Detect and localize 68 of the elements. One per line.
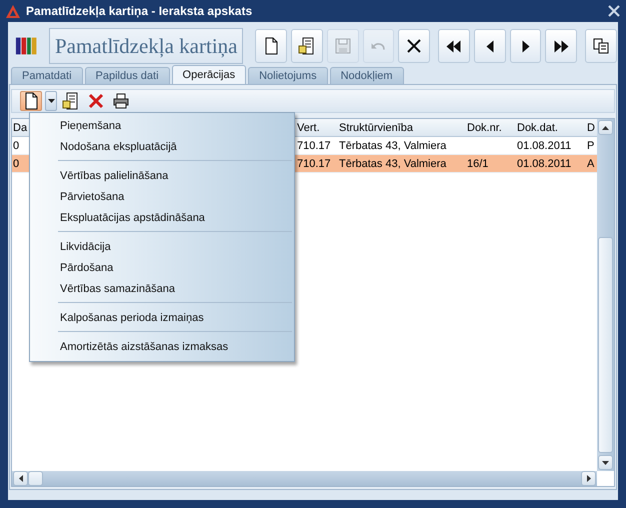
dropdown-button[interactable] [45, 91, 57, 111]
menu-item[interactable]: Ekspluatācijas apstādināšana [30, 207, 294, 228]
vertical-scrollbar[interactable] [597, 119, 614, 471]
delete-button[interactable] [398, 29, 430, 63]
next-record-icon [522, 40, 530, 52]
first-button[interactable] [438, 29, 470, 63]
new-button[interactable] [20, 91, 42, 111]
column-header: Dok.dat. [517, 122, 558, 134]
table-cell: Tērbatas 43, Valmiera [339, 140, 446, 152]
column-header: Vert. [297, 122, 320, 134]
table-cell: 01.08.2011 [517, 158, 572, 170]
menu-item[interactable]: Kalpošanas perioda izmaiņas [30, 307, 294, 328]
right-arrow-icon [586, 475, 590, 482]
column-header: Dok.nr. [467, 122, 502, 134]
last-record-icon [554, 40, 569, 52]
column-header: D [587, 122, 595, 134]
tab[interactable]: Nodokļiem [330, 67, 404, 84]
table-cell: 0 [13, 140, 20, 152]
table-cell: A [587, 158, 594, 170]
table-cell: 710.17 [297, 140, 331, 152]
previous-button[interactable] [474, 29, 506, 63]
table-cell: 710.17 [297, 158, 331, 170]
tab[interactable]: Pamatdati [11, 67, 83, 84]
tab[interactable]: Operācijas [172, 65, 246, 84]
table-cell: P [587, 140, 594, 152]
tab[interactable]: Papildus dati [84, 67, 170, 84]
menu-item[interactable]: Amortizētās aizstāšanas izmaksas [30, 336, 294, 357]
close-icon[interactable] [608, 5, 620, 17]
save-icon [332, 36, 353, 56]
caret-icon [48, 99, 54, 103]
menu-item[interactable]: Likvidācija [30, 236, 294, 257]
up-arrow-icon [602, 126, 609, 130]
menu-item[interactable]: Pārdošana [30, 257, 294, 278]
window-title: Pamatlīdzekļa kartiņa - Ieraksta apskats [26, 4, 254, 18]
first-record-icon [446, 40, 462, 52]
previous-record-icon [486, 40, 494, 52]
menu-item[interactable]: Vērtības samazināšana [30, 278, 294, 299]
next-button[interactable] [510, 29, 542, 63]
scroll-down-button[interactable] [598, 455, 613, 470]
table-cell: Tērbatas 43, Valmiera [339, 158, 446, 170]
new-button[interactable] [255, 29, 287, 63]
column-header: Da [13, 122, 28, 134]
copy-button[interactable] [585, 29, 618, 63]
table-cell: 16/1 [467, 158, 488, 170]
books-icon [15, 35, 38, 57]
table-cell: 01.08.2011 [517, 140, 572, 152]
printer-icon [113, 93, 129, 109]
menu-item[interactable]: Pieņemšana [30, 115, 294, 136]
left-arrow-icon [18, 475, 22, 482]
down-arrow-icon [602, 460, 609, 464]
tab[interactable]: Nolietojums [248, 67, 328, 84]
card-title: Pamatlīdzekļa kartiņa [49, 28, 244, 64]
edit-button[interactable] [290, 29, 323, 63]
menu-item[interactable]: Nodošana ekspluatācijā [30, 136, 294, 157]
scroll-up-button[interactable] [598, 120, 613, 135]
table-cell: 0 [13, 158, 20, 170]
delete-icon [88, 93, 104, 109]
horizontal-scrollbar[interactable] [12, 471, 597, 486]
copy-icon [591, 36, 612, 56]
last-button[interactable] [545, 29, 578, 63]
scroll-left-button[interactable] [13, 471, 28, 486]
menu-item[interactable]: Pārvietošana [30, 186, 294, 207]
app-logo-icon [6, 4, 20, 18]
scroll-right-button[interactable] [581, 471, 596, 486]
scrollbar-thumb[interactable] [598, 237, 613, 453]
column-header: Struktūrvienība [339, 122, 413, 134]
scrollbar-thumb[interactable] [28, 471, 43, 486]
undo-icon [371, 42, 386, 50]
